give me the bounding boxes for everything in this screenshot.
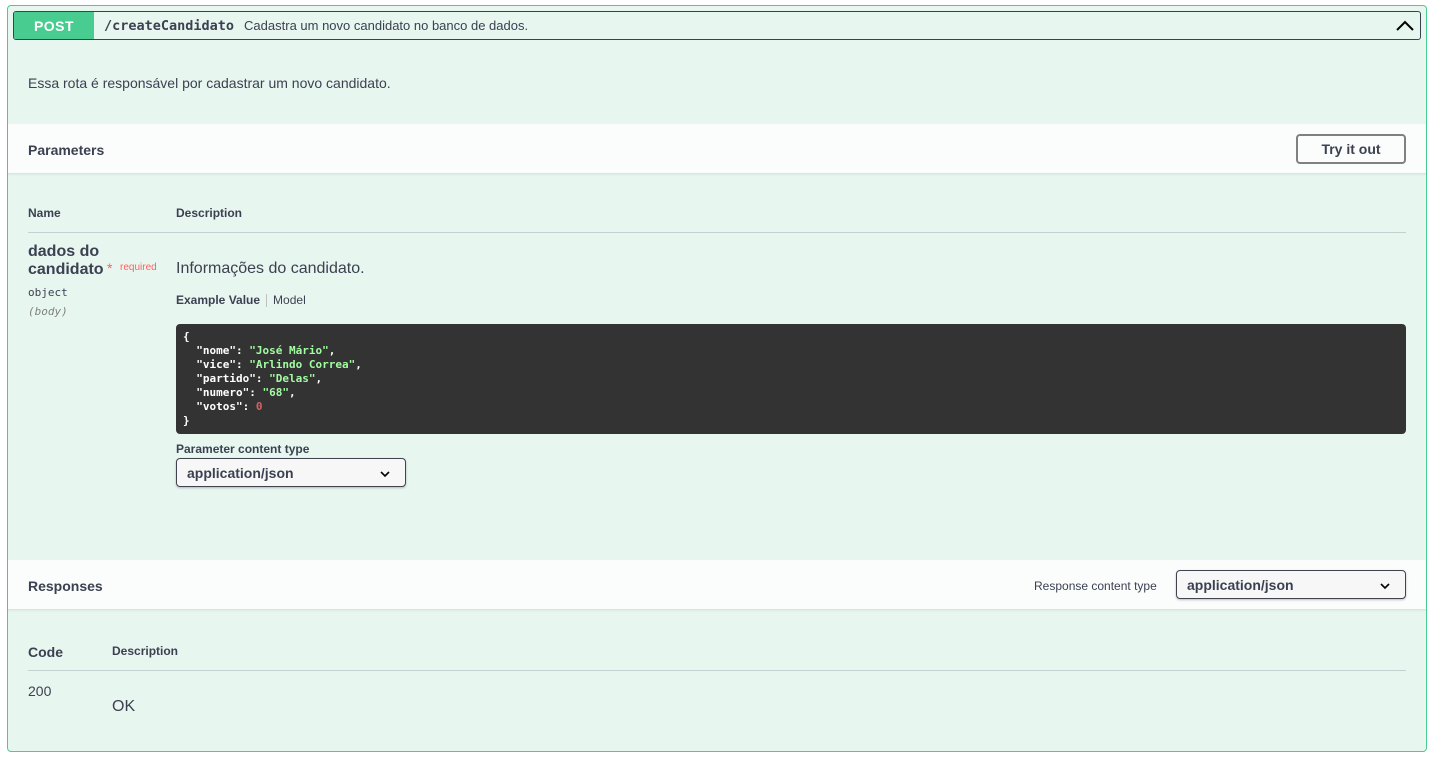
endpoint-path: /createCandidato — [104, 17, 235, 34]
response-col-code: Code — [28, 644, 63, 660]
operation-description: Essa rota é responsável por cadastrar um… — [28, 75, 391, 91]
try-it-out-button[interactable]: Try it out — [1296, 134, 1406, 164]
endpoint-summary: Cadastra um novo candidato no banco de d… — [244, 18, 529, 33]
response-content-type-label: Response content type — [1034, 579, 1157, 593]
parameters-header: Parameters Try it out — [8, 124, 1426, 174]
parameter-content-type-select[interactable]: application/json — [176, 458, 406, 487]
example-value-code[interactable]: { "nome": "José Mário", "vice": "Arlindo… — [176, 324, 1406, 434]
required-star: * — [107, 260, 113, 276]
example-value-nome: "José Mário" — [249, 344, 329, 357]
example-value-partido: "Delas" — [269, 372, 316, 385]
tab-separator — [266, 293, 268, 307]
example-value-votos: 0 — [255, 400, 263, 413]
divider — [28, 670, 1406, 671]
opblock-post: POST /createCandidato Cadastra um novo c… — [7, 5, 1427, 752]
param-in: (body) — [28, 305, 68, 318]
parameters-title: Parameters — [28, 142, 105, 158]
param-col-name: Name — [28, 206, 61, 220]
opblock-summary[interactable]: POST /createCandidato Cadastra um novo c… — [13, 11, 1421, 40]
param-type: object — [28, 286, 68, 299]
response-content-type-value: application/json — [1187, 576, 1294, 593]
example-tabs: Example Value Model — [176, 293, 306, 307]
required-label: required — [120, 262, 157, 273]
tab-model[interactable]: Model — [273, 293, 306, 307]
chevron-up-icon[interactable] — [1394, 15, 1416, 37]
response-description: OK — [112, 698, 136, 715]
chevron-down-icon — [1379, 579, 1391, 595]
divider — [28, 232, 1406, 233]
param-name: dados do candidato — [28, 243, 104, 278]
chevron-down-icon — [379, 467, 391, 483]
param-description: Informações do candidato. — [176, 260, 365, 277]
response-code: 200 — [28, 683, 52, 699]
response-col-description: Description — [112, 644, 179, 658]
response-content-type-select[interactable]: application/json — [1176, 570, 1406, 599]
parameter-content-type-value: application/json — [187, 464, 294, 481]
responses-title: Responses — [28, 578, 103, 594]
example-value-vice: "Arlindo Correa" — [249, 358, 356, 371]
example-value-numero: "68" — [262, 386, 289, 399]
tab-example-value[interactable]: Example Value — [176, 293, 260, 307]
param-col-description: Description — [176, 206, 243, 220]
parameter-content-type-label: Parameter content type — [176, 442, 310, 456]
method-badge: POST — [14, 12, 94, 39]
